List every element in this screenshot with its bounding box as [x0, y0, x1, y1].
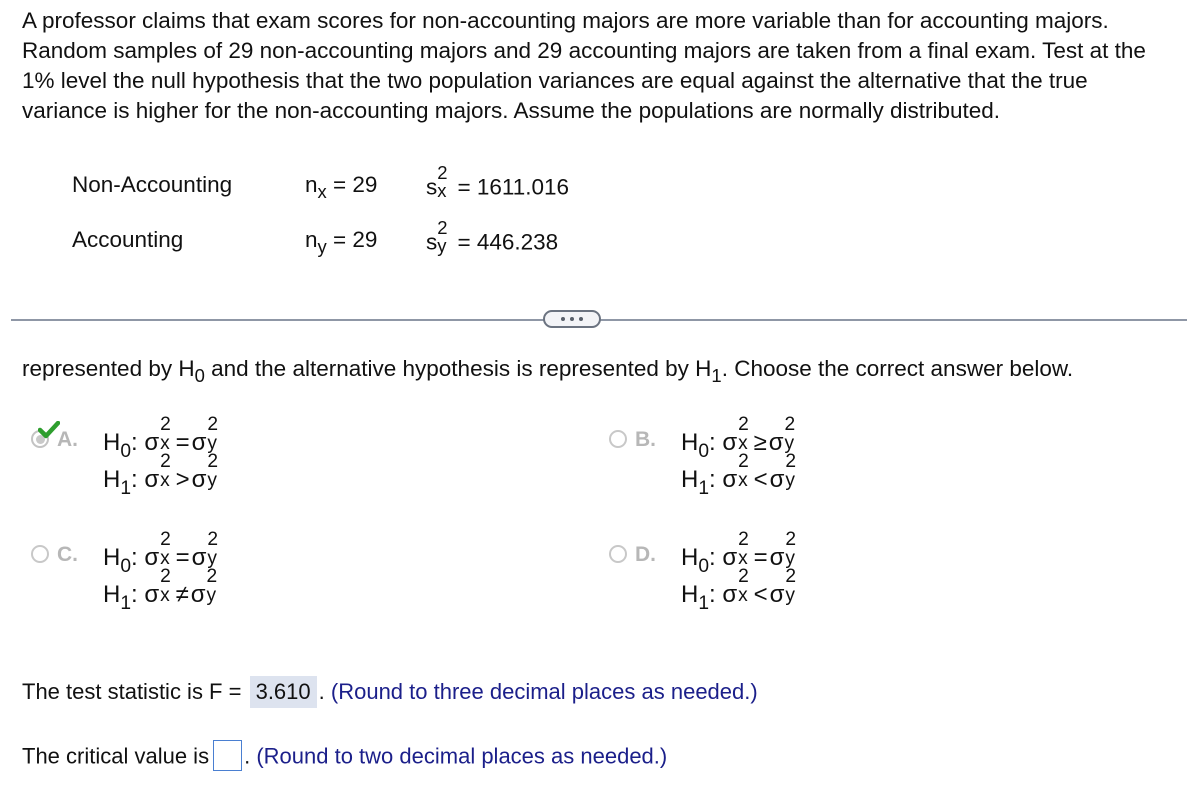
dot-icon — [579, 317, 583, 321]
alternative-hypothesis: H1: σ 2 x ≠σ 2 y — [103, 566, 218, 614]
option-letter: B. — [635, 428, 656, 451]
test-statistic-label: The test statistic is F = — [22, 679, 242, 704]
test-statistic-line: The test statistic is F = 3.610. (Round … — [22, 676, 758, 708]
question-prompt: represented by H0 and the alternative hy… — [22, 356, 1074, 387]
radio-button[interactable] — [609, 430, 627, 448]
sample-variance: s2y = 446.238 — [426, 216, 559, 256]
critical-value-label: The critical value is — [22, 743, 210, 769]
alternative-hypothesis: H1: σ 2 x <σ 2 y — [681, 566, 797, 614]
sample-size: nx = 29 — [305, 172, 378, 203]
critical-value-line: The critical value is. (Round to two dec… — [22, 740, 668, 773]
problem-statement: A professor claims that exam scores for … — [22, 8, 1146, 123]
alternative-hypothesis: H1: σ 2 x >σ 2 y — [103, 451, 219, 499]
option-letter: A. — [57, 428, 78, 451]
test-statistic-answer[interactable]: 3.610 — [249, 676, 317, 708]
alternative-hypothesis: H1: σ 2 x <σ 2 y — [681, 451, 797, 499]
option-letter: C. — [57, 543, 78, 566]
sample-row-accounting: Accounting ny = 29 s2y = 446.238 — [0, 216, 700, 258]
expand-more-button[interactable] — [543, 310, 601, 328]
group-label: Non-Accounting — [72, 172, 233, 197]
rounding-hint: (Round to two decimal places as needed.) — [256, 743, 668, 769]
critical-value-input[interactable] — [213, 740, 243, 771]
radio-button[interactable] — [609, 545, 627, 563]
sample-row-non-accounting: Non-Accounting nx = 29 s2x = 1611.016 — [0, 161, 700, 203]
sample-size: ny = 29 — [305, 227, 378, 258]
dot-icon — [561, 317, 565, 321]
sample-variance: s2x = 1611.016 — [426, 161, 570, 201]
rounding-hint: (Round to three decimal places as needed… — [330, 679, 758, 704]
group-label: Accounting — [72, 227, 184, 252]
radio-button[interactable] — [31, 545, 49, 563]
option-letter: D. — [635, 543, 656, 566]
dot-icon — [570, 317, 574, 321]
